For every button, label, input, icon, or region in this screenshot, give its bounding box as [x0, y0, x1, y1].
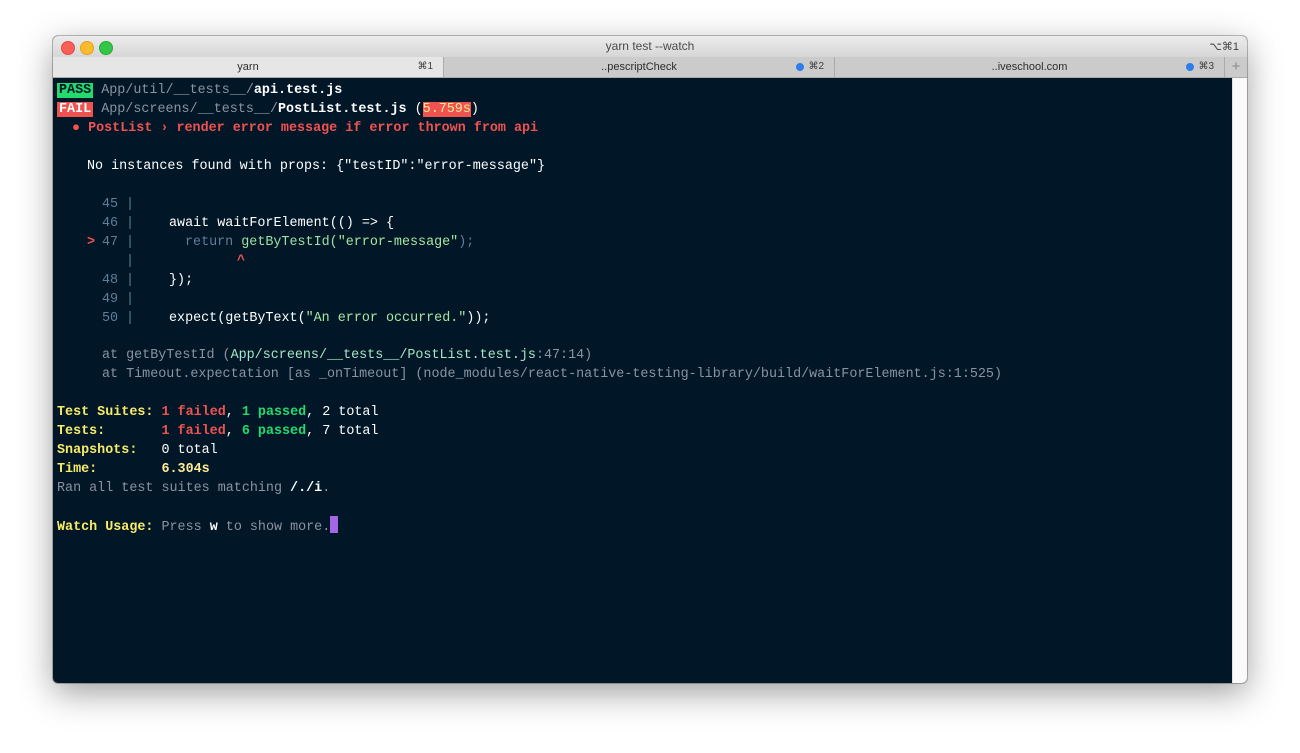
scrollbar[interactable]: [1232, 78, 1247, 683]
stack-location: :47:14): [535, 348, 593, 363]
passed-count: 6 passed: [241, 424, 307, 439]
failed-count: 1 failed: [161, 405, 226, 420]
error-caret: ^: [237, 254, 246, 269]
passed-count: 1 passed: [241, 405, 307, 420]
window-title: yarn test --watch: [605, 39, 695, 53]
summary-suites: Test Suites: 1 failed, 1 passed, 2 total: [57, 405, 379, 420]
summary-label: Tests:: [57, 424, 106, 439]
watch-pre: Press: [161, 520, 210, 535]
slow-test-time: 5.759s: [422, 102, 471, 117]
code-text: await waitForElement(() => {: [169, 216, 394, 231]
line-number: 47: [102, 235, 119, 250]
summary-label: Time:: [57, 462, 98, 477]
error-line-marker: >: [87, 235, 96, 250]
error-message: No instances found with props: {"testID"…: [87, 159, 546, 174]
gutter-bar: |: [126, 273, 135, 288]
window-shortcut: ⌥⌘1: [1209, 41, 1239, 53]
time-value: 6.304s: [161, 462, 210, 477]
fail-badge: FAIL: [57, 102, 94, 117]
string-literal: "An error occurred.": [305, 311, 467, 326]
tab-label: yarn: [237, 61, 259, 73]
gutter-bar: |: [126, 292, 135, 307]
function-call: getByTestId(: [241, 235, 338, 250]
summary-label: Snapshots:: [57, 443, 138, 458]
gutter-bar: |: [126, 235, 135, 250]
tab-shortcut: ⌘2: [808, 61, 824, 72]
pass-badge: PASS: [57, 83, 94, 98]
tab-label: ..pescriptCheck: [601, 61, 677, 73]
tab-shortcut: ⌘1: [417, 61, 433, 72]
line-number: 49: [102, 292, 119, 307]
paren-open: (: [406, 102, 423, 117]
activity-dot-icon: [1186, 63, 1194, 71]
paren-close: ): [470, 102, 479, 117]
tab-typescript-check[interactable]: ..pescriptCheck ⌘2: [444, 57, 835, 77]
ran-prefix: Ran all test suites matching: [57, 481, 291, 496]
stack-frame: at Timeout.expectation [as _onTimeout] (…: [102, 367, 1002, 382]
code-pre: expect(getByText(: [169, 311, 306, 326]
gutter-bar: |: [126, 311, 135, 326]
terminal-output[interactable]: PASS App/util/__tests__/api.test.js FAIL…: [57, 78, 1233, 683]
code-post: ));: [466, 311, 491, 326]
test-path: App/screens/__tests__/: [101, 102, 278, 117]
tab-liveschool[interactable]: ..iveschool.com ⌘3: [835, 57, 1225, 77]
stack-prefix: at getByTestId (: [102, 348, 231, 363]
new-tab-button[interactable]: +: [1225, 57, 1247, 77]
stack-frame: at getByTestId (App/screens/__tests__/Po…: [102, 346, 592, 365]
watch-key: w: [209, 520, 218, 535]
snapshots-value: 0 total: [161, 443, 218, 458]
tab-label: ..iveschool.com: [991, 61, 1068, 73]
ran-all-line: Ran all test suites matching /./i.: [57, 479, 330, 498]
activity-dot-icon: [796, 63, 804, 71]
tab-yarn[interactable]: yarn ⌘1: [53, 57, 444, 77]
tab-shortcut: ⌘3: [1198, 61, 1214, 72]
watch-post: to show more.: [217, 520, 331, 535]
fail-line: FAIL App/screens/__tests__/PostList.test…: [57, 100, 479, 119]
line-number: 45: [102, 197, 119, 212]
terminal-window: yarn test --watch ⌥⌘1 yarn ⌘1 ..pescript…: [53, 36, 1247, 683]
code-text: return getByTestId("error-message");: [185, 233, 474, 252]
summary-snapshots: Snapshots: 0 total: [57, 441, 218, 460]
ran-pattern: /./i: [290, 481, 323, 496]
gutter-bar: |: [126, 216, 135, 231]
test-path: App/util/__tests__/: [101, 83, 254, 98]
line-number: 48: [102, 273, 119, 288]
summary-label: Test Suites:: [57, 405, 154, 420]
tab-bar: yarn ⌘1 ..pescriptCheck ⌘2 ..iveschool.c…: [53, 57, 1247, 78]
summary-time: Time: 6.304s: [57, 460, 210, 479]
code-text: });: [169, 273, 194, 288]
gutter-bar: |: [126, 254, 135, 269]
summary-tests: Tests: 1 failed, 6 passed, 7 total: [57, 424, 379, 439]
ran-suffix: .: [322, 481, 331, 496]
test-file: PostList.test.js: [278, 102, 407, 117]
string-literal: "error-message": [337, 235, 459, 250]
failed-count: 1 failed: [161, 424, 226, 439]
total-count: , 2 total: [306, 405, 379, 420]
line-number: 46: [102, 216, 119, 231]
title-bar: yarn test --watch ⌥⌘1: [53, 36, 1247, 58]
code-tail: );: [458, 235, 475, 250]
gutter-bar: |: [126, 197, 135, 212]
watch-usage-line: Watch Usage: Press w to show more.: [57, 516, 339, 535]
pass-line: PASS App/util/__tests__/api.test.js: [57, 81, 342, 100]
watch-label: Watch Usage:: [57, 520, 154, 535]
terminal-cursor: [330, 516, 339, 533]
total-count: , 7 total: [306, 424, 379, 439]
failed-test-name: ● PostList › render error message if err…: [72, 121, 539, 136]
line-number: 50: [102, 311, 119, 326]
keyword: return: [185, 235, 242, 250]
code-text: expect(getByText("An error occurred."));: [169, 309, 490, 328]
stack-path: App/screens/__tests__/PostList.test.js: [230, 348, 536, 363]
test-file: api.test.js: [253, 83, 343, 98]
